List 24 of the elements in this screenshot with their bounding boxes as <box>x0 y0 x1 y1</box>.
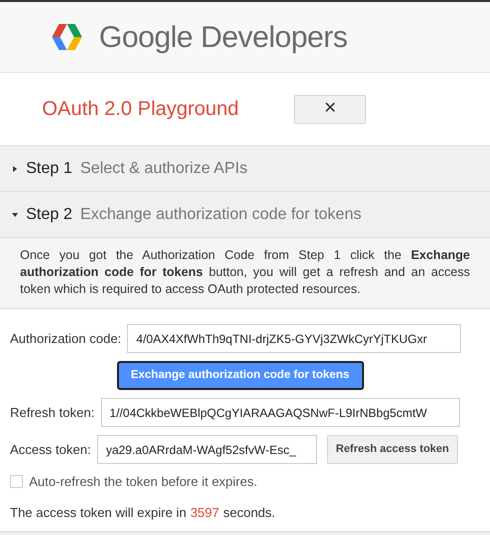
step-number: Step 1 <box>26 158 72 178</box>
step-label: Exchange authorization code for tokens <box>80 204 362 224</box>
step-description: Once you got the Authorization Code from Step 1 click the Exchange authorization code for tokens button, you will get a refresh and an access token which is required to access OAuth protected resources. <box>20 247 470 298</box>
expiry-text: The access token will expire in <box>10 504 186 522</box>
field-label: Access token: <box>10 440 91 459</box>
step-header[interactable]: Step 1 Select & authorize APIs <box>0 145 490 191</box>
token-field[interactable]: ya29.a0ARrdaM-WAgf52sfvW-Esc_ <box>96 435 317 464</box>
token-field[interactable]: 1//04CkkbeWEBlpQCgYIARAAGAQSNwF-L9IrNBbg5cmtW <box>100 398 460 427</box>
field-label: Authorization code: <box>10 330 122 348</box>
step-label: Select & authorize APIs <box>80 158 248 178</box>
step-number: Step 2 <box>26 204 72 224</box>
step-header[interactable]: Step 2 Exchange authorization code for tokens <box>0 191 490 237</box>
logo-text: Google Developers <box>99 20 348 56</box>
field-label: Refresh token: <box>10 404 95 422</box>
expiry-text: seconds. <box>223 504 276 522</box>
checkbox[interactable] <box>10 475 23 488</box>
close-button[interactable]: ✕ <box>294 94 366 124</box>
page-title: OAuth 2.0 Playground <box>42 97 240 122</box>
refresh-button[interactable]: Refresh access token <box>326 435 458 464</box>
checkbox-label: Auto-refresh the token before it expires. <box>29 473 258 491</box>
caret-down-icon <box>12 212 18 218</box>
expiry-seconds: 3597 <box>190 504 220 522</box>
token-field[interactable]: 4/0AX4XfWhTh9qTNI-drjZK5-GYVj3ZWkCyrYjTKUGxr <box>127 324 462 353</box>
caret-right-icon <box>12 166 18 172</box>
